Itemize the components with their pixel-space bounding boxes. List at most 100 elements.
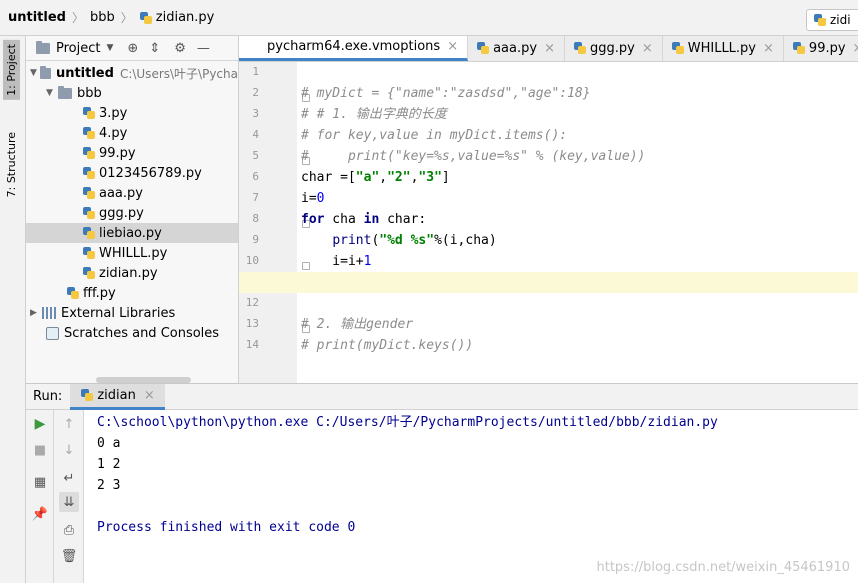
run-tab-label: zidian bbox=[97, 387, 136, 403]
trash-icon[interactable]: 🗑 bbox=[59, 546, 79, 566]
editor-tab[interactable]: ggg.py × bbox=[565, 36, 663, 61]
code-number: 0 bbox=[316, 191, 325, 206]
chevron-down-icon[interactable]: ▼ bbox=[106, 43, 113, 53]
tree-file[interactable]: zidian.py bbox=[26, 263, 238, 283]
editor-tab-label: pycharm64.exe.vmoptions bbox=[267, 39, 441, 54]
layout-icon[interactable]: ▦ bbox=[30, 472, 50, 492]
project-view-icon bbox=[36, 40, 50, 54]
tree-file[interactable]: WHILLL.py bbox=[26, 243, 238, 263]
code-keyword: in bbox=[363, 212, 380, 227]
editor-tab-label: aaa.py bbox=[493, 40, 538, 56]
tree-file[interactable]: 4.py bbox=[26, 123, 238, 143]
code-area[interactable]: # myDict = {"name":"zasdsd","age":18} # … bbox=[239, 62, 858, 383]
chevron-down-icon[interactable]: ▼ bbox=[46, 88, 58, 98]
python-file-icon bbox=[813, 13, 827, 27]
tree-file[interactable]: 99.py bbox=[26, 143, 238, 163]
breadcrumb-project[interactable]: untitled bbox=[8, 10, 66, 25]
tree-file[interactable]: ggg.py bbox=[26, 203, 238, 223]
close-icon[interactable]: × bbox=[144, 388, 155, 403]
chevron-down-icon[interactable]: ▼ bbox=[30, 68, 40, 78]
watermark: https://blog.csdn.net/weixin_45461910 bbox=[596, 560, 850, 575]
line-number: 12 bbox=[245, 296, 259, 309]
rerun-icon[interactable]: ▶ bbox=[30, 414, 50, 434]
breadcrumb-file[interactable]: zidian.py bbox=[139, 10, 214, 25]
console-line: 0 a bbox=[97, 436, 121, 451]
line-number: 8 bbox=[252, 212, 259, 225]
tree-scratches[interactable]: Scratches and Consoles bbox=[26, 323, 238, 343]
pin-icon[interactable]: 📌 bbox=[30, 504, 50, 524]
tree-folder-bbb[interactable]: ▼ bbb bbox=[26, 83, 238, 103]
close-icon[interactable]: × bbox=[853, 41, 858, 56]
code-line: # print(myDict.keys()) bbox=[301, 338, 474, 353]
tab-structure-tool[interactable]: 7: Structure bbox=[5, 132, 18, 197]
run-tab-zidian[interactable]: zidian × bbox=[70, 383, 165, 410]
python-file-icon bbox=[80, 388, 94, 402]
editor-tab[interactable]: 99.py × bbox=[784, 36, 858, 61]
print-icon[interactable]: ⎙ bbox=[59, 520, 79, 540]
code-token: cha bbox=[324, 212, 364, 227]
editor-tab-label: WHILLL.py bbox=[687, 40, 757, 56]
structure-tool-label: 7: Structure bbox=[5, 132, 18, 198]
line-number: 1 bbox=[252, 65, 259, 78]
code-token: i=i+ bbox=[301, 254, 364, 269]
editor-tab-bar: pycharm64.exe.vmoptions × aaa.py × ggg.p… bbox=[239, 36, 858, 62]
tree-file[interactable]: fff.py bbox=[26, 283, 238, 303]
breadcrumb-folder[interactable]: bbb bbox=[90, 10, 115, 25]
locate-file-icon[interactable]: ⊕ bbox=[127, 41, 138, 56]
current-line-highlight bbox=[239, 272, 858, 293]
stop-icon[interactable]: ■ bbox=[30, 440, 50, 460]
python-file-icon bbox=[66, 286, 80, 300]
line-number: 14 bbox=[245, 338, 259, 351]
file-name: fff.py bbox=[83, 285, 116, 301]
tree-root[interactable]: ▼ untitled C:\Users\叶子\Pycha bbox=[26, 63, 238, 83]
tree-file[interactable]: aaa.py bbox=[26, 183, 238, 203]
close-icon[interactable]: × bbox=[642, 41, 653, 56]
console-output[interactable]: C:\school\python\python.exe C:/Users/叶子/… bbox=[97, 412, 857, 582]
line-number: 2 bbox=[252, 86, 259, 99]
arrow-up-icon[interactable]: ↑ bbox=[59, 414, 79, 434]
tree-external-libraries[interactable]: ▶ External Libraries bbox=[26, 303, 238, 323]
console-exit-message: Process finished with exit code 0 bbox=[97, 520, 356, 535]
code-string: "2" bbox=[387, 170, 411, 185]
soft-wrap-icon[interactable]: ↵ bbox=[59, 468, 79, 488]
editor-tab-active[interactable]: pycharm64.exe.vmoptions × bbox=[239, 36, 469, 61]
file-name: liebiao.py bbox=[99, 225, 162, 241]
console-line: 1 2 bbox=[97, 457, 121, 472]
close-icon[interactable]: × bbox=[763, 41, 774, 56]
folder-name: bbb bbox=[77, 85, 102, 101]
tree-file-selected[interactable]: liebiao.py bbox=[26, 223, 238, 243]
close-icon[interactable]: × bbox=[544, 41, 555, 56]
scroll-to-end-icon[interactable]: ⇊ bbox=[59, 492, 79, 512]
file-name: 3.py bbox=[99, 105, 128, 121]
code-token: %(i,cha) bbox=[434, 233, 497, 248]
python-file-icon bbox=[82, 206, 96, 220]
hide-panel-icon[interactable]: — bbox=[197, 41, 210, 56]
python-file-icon bbox=[82, 126, 96, 140]
run-configuration-selector[interactable]: zidi bbox=[806, 9, 858, 31]
python-file-icon bbox=[671, 41, 685, 55]
project-panel-title[interactable]: Project bbox=[56, 41, 100, 56]
run-label: Run: bbox=[33, 389, 63, 404]
tree-file[interactable]: 3.py bbox=[26, 103, 238, 123]
code-line: for cha in char: bbox=[301, 209, 858, 230]
python-file-icon bbox=[82, 186, 96, 200]
editor-tab[interactable]: WHILLL.py × bbox=[663, 36, 784, 61]
arrow-down-icon[interactable]: ↓ bbox=[59, 440, 79, 460]
tree-file[interactable]: 0123456789.py bbox=[26, 163, 238, 183]
gear-icon[interactable]: ⚙ bbox=[174, 41, 186, 56]
code-string: "%d %s" bbox=[379, 233, 435, 248]
close-icon[interactable]: × bbox=[447, 39, 458, 54]
code-line: char =["a","2","3"] bbox=[301, 167, 858, 188]
code-editor: pycharm64.exe.vmoptions × aaa.py × ggg.p… bbox=[239, 36, 858, 383]
code-token: ] bbox=[441, 170, 450, 185]
editor-tab[interactable]: aaa.py × bbox=[468, 36, 565, 61]
file-name: 0123456789.py bbox=[99, 165, 202, 181]
python-file-icon bbox=[82, 166, 96, 180]
run-configuration-label: zidi bbox=[830, 13, 851, 27]
line-number: 10 bbox=[245, 254, 259, 267]
tab-project-tool[interactable]: 1: Project bbox=[3, 40, 20, 100]
library-icon bbox=[42, 307, 56, 319]
collapse-all-icon[interactable]: ⇕ bbox=[149, 41, 160, 56]
chevron-right-icon[interactable]: ▶ bbox=[30, 308, 42, 318]
